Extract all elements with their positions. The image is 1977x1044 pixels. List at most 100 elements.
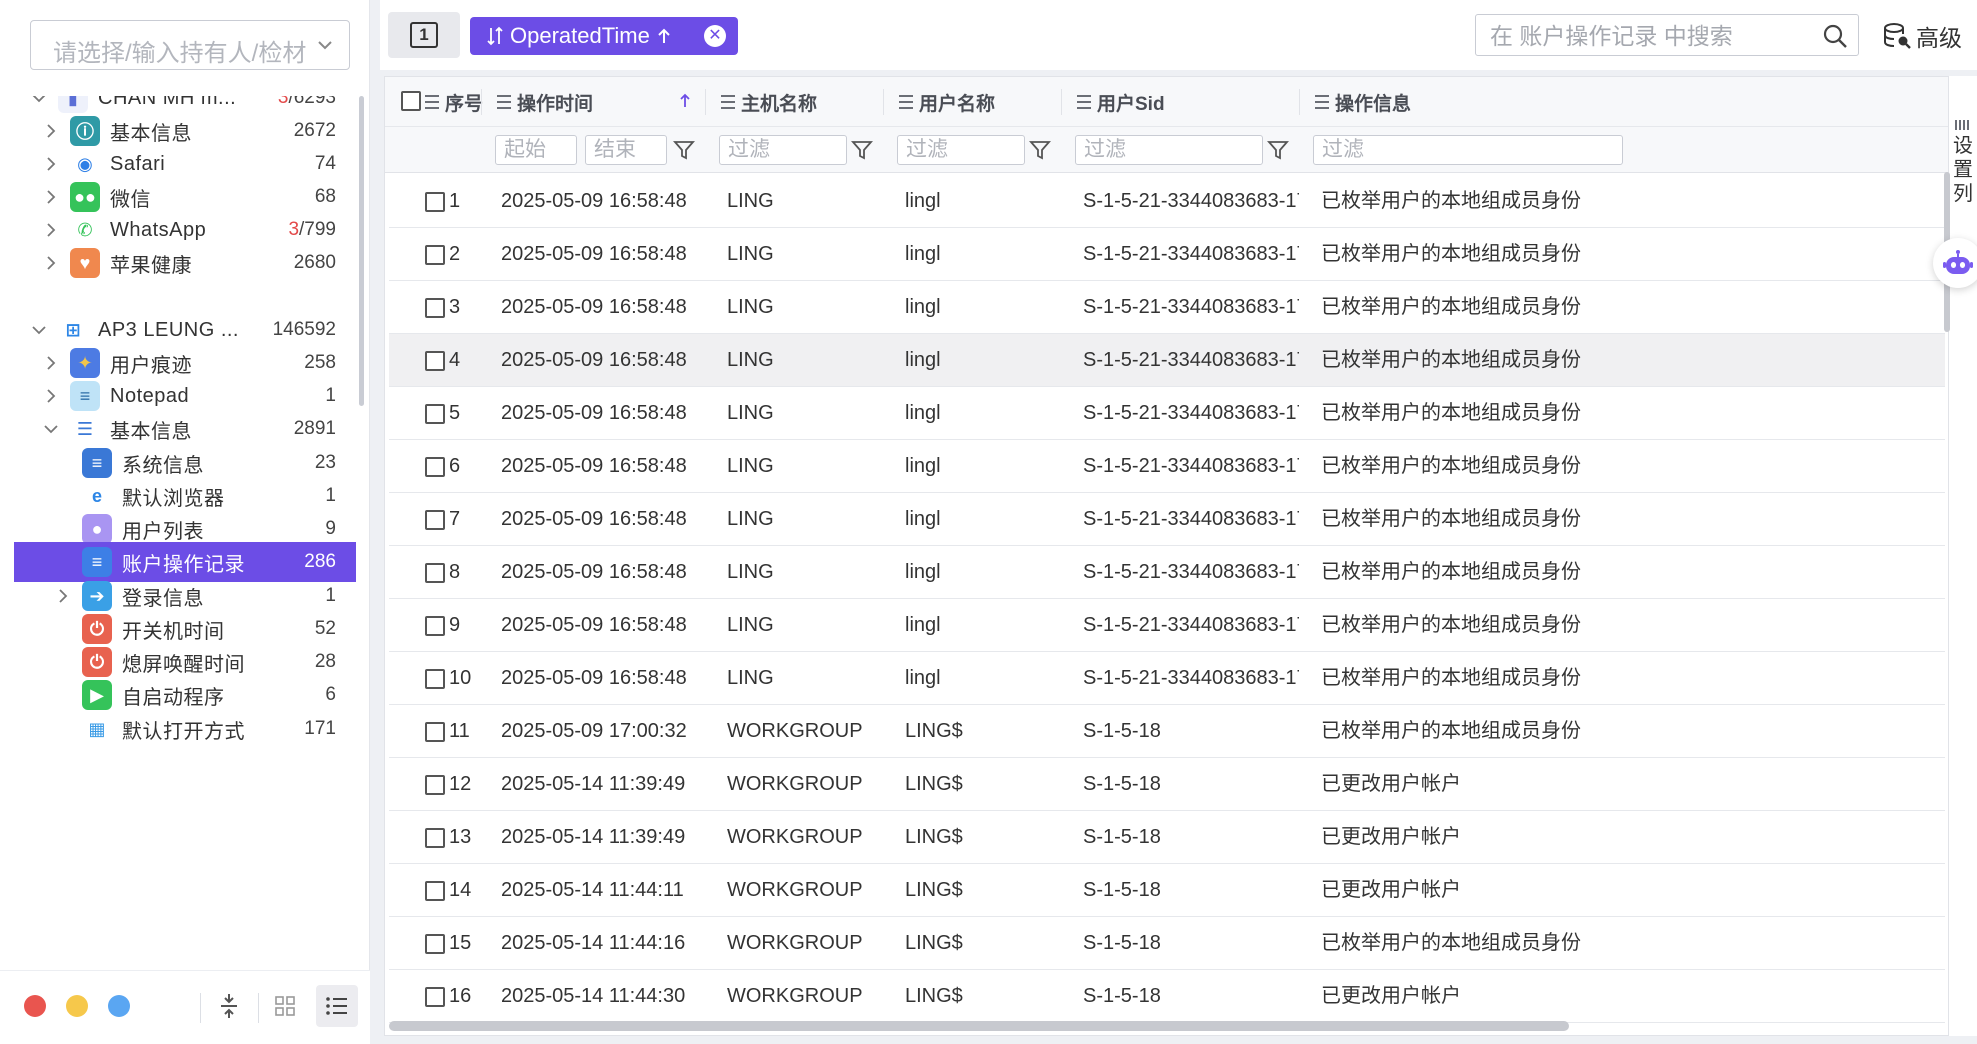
row-checkbox[interactable] xyxy=(425,298,445,318)
tree-item-label: Safari xyxy=(110,152,166,175)
time-end-filter[interactable] xyxy=(585,135,667,165)
table-row[interactable]: 10 2025-05-09 16:58:48 LING lingl S-1-5-21-3… xyxy=(389,652,1945,705)
chevron-right-icon[interactable] xyxy=(40,252,62,274)
cell-user: lingl xyxy=(905,614,941,636)
chevron-right-icon[interactable] xyxy=(40,219,62,241)
row-checkbox[interactable] xyxy=(425,404,445,424)
table-row[interactable]: 2 2025-05-09 16:58:48 LING lingl S-1-5-21-33… xyxy=(389,228,1945,281)
filter-icon[interactable] xyxy=(851,139,873,161)
sort-asc-icon[interactable] xyxy=(678,93,692,109)
row-checkbox[interactable] xyxy=(425,457,445,477)
red-dot-icon[interactable] xyxy=(24,995,46,1017)
chevron-right-icon[interactable] xyxy=(40,120,62,142)
column-header-time[interactable]: 操作时间 xyxy=(497,77,593,127)
table-row[interactable]: 4 2025-05-09 16:58:48 LING lingl S-1-5-21-33… xyxy=(389,334,1945,387)
column-settings-panel[interactable]: 设置列 xyxy=(1948,76,1977,1036)
column-divider[interactable] xyxy=(705,89,706,115)
row-checkbox[interactable] xyxy=(425,828,445,848)
yellow-dot-icon[interactable] xyxy=(66,995,88,1017)
grid-view-button[interactable] xyxy=(264,985,306,1027)
row-checkbox[interactable] xyxy=(425,722,445,742)
table-row[interactable]: 7 2025-05-09 16:58:48 LING lingl S-1-5-21-33… xyxy=(389,493,1945,546)
cell-user: lingl xyxy=(905,296,941,318)
table-row[interactable]: 9 2025-05-09 16:58:48 LING lingl S-1-5-21-33… xyxy=(389,599,1945,652)
sidebar-scrollbar[interactable] xyxy=(359,96,364,406)
column-header-user[interactable]: 用户名称 xyxy=(899,77,995,127)
column-divider[interactable] xyxy=(883,89,884,115)
assistant-bot-button[interactable] xyxy=(1933,238,1977,288)
collapse-all-button[interactable] xyxy=(208,985,250,1027)
table-row[interactable]: 5 2025-05-09 16:58:48 LING lingl S-1-5-21-33… xyxy=(389,387,1945,440)
filter-icon[interactable] xyxy=(673,139,695,161)
table-row[interactable]: 8 2025-05-09 16:58:48 LING lingl S-1-5-21-33… xyxy=(389,546,1945,599)
tree-item[interactable]: ♥ 苹果健康 2680 xyxy=(14,243,356,283)
column-menu-icon[interactable] xyxy=(497,95,511,109)
search-box[interactable] xyxy=(1475,14,1859,56)
row-checkbox[interactable] xyxy=(425,192,445,212)
table-row[interactable]: 11 2025-05-09 17:00:32 WORKGROUP LING$ S-1-5… xyxy=(389,705,1945,758)
table-row[interactable]: 13 2025-05-14 11:39:49 WORKGROUP LING$ S-1-5… xyxy=(389,811,1945,864)
row-checkbox[interactable] xyxy=(425,245,445,265)
chevron-down-icon[interactable] xyxy=(40,418,62,440)
column-menu-icon[interactable] xyxy=(1315,95,1329,109)
column-divider[interactable] xyxy=(1299,89,1300,115)
row-checkbox[interactable] xyxy=(425,616,445,636)
filter-icon[interactable] xyxy=(1267,139,1289,161)
time-start-filter[interactable] xyxy=(495,135,577,165)
sort-chip[interactable]: OperatedTime ✕ xyxy=(470,17,738,55)
filter-icon[interactable] xyxy=(1029,139,1051,161)
column-header-info[interactable]: 操作信息 xyxy=(1315,77,1411,127)
chevron-right-icon[interactable] xyxy=(40,153,62,175)
host-filter[interactable] xyxy=(719,135,847,165)
tree-item[interactable]: ▦ 默认打开方式 171 xyxy=(14,709,356,749)
search-icon[interactable] xyxy=(1822,23,1848,49)
row-checkbox[interactable] xyxy=(425,881,445,901)
chevron-right-icon[interactable] xyxy=(40,352,62,374)
cell-user: lingl xyxy=(905,190,941,212)
chevron-down-icon[interactable] xyxy=(28,96,50,109)
table-row[interactable]: 16 2025-05-14 11:44:30 WORKGROUP LING$ S-1-5… xyxy=(389,970,1945,1023)
row-checkbox[interactable] xyxy=(425,351,445,371)
advanced-search-button[interactable]: 高级 xyxy=(1882,16,1962,56)
column-menu-icon[interactable] xyxy=(721,95,735,109)
chevron-right-icon[interactable] xyxy=(40,385,62,407)
row-checkbox[interactable] xyxy=(425,563,445,583)
tree-item-label: 账户操作记录 xyxy=(122,553,245,576)
column-menu-icon[interactable] xyxy=(425,95,439,109)
chevron-right-icon[interactable] xyxy=(40,186,62,208)
single-pane-button[interactable]: 1 xyxy=(388,12,460,58)
table-row[interactable]: 15 2025-05-14 11:44:16 WORKGROUP LING$ S-1-5… xyxy=(389,917,1945,970)
row-checkbox[interactable] xyxy=(425,669,445,689)
table-row[interactable]: 14 2025-05-14 11:44:11 WORKGROUP LING$ S-1-5… xyxy=(389,864,1945,917)
close-icon[interactable]: ✕ xyxy=(704,25,726,47)
select-all-checkbox[interactable] xyxy=(401,91,421,111)
row-checkbox[interactable] xyxy=(425,775,445,795)
row-checkbox[interactable] xyxy=(425,510,445,530)
column-header-no[interactable]: 序号 xyxy=(425,77,483,127)
sid-filter[interactable] xyxy=(1075,135,1263,165)
holder-select[interactable]: 请选择/输入持有人/检材 xyxy=(30,20,350,70)
chevron-right-icon[interactable] xyxy=(52,585,74,607)
table-row[interactable]: 3 2025-05-09 16:58:48 LING lingl S-1-5-21-33… xyxy=(389,281,1945,334)
column-divider[interactable] xyxy=(481,89,482,115)
cell-sid: S-1-5-21-3344083683-175... xyxy=(1083,455,1299,477)
horizontal-scrollbar[interactable] xyxy=(389,1021,1569,1031)
info-filter[interactable] xyxy=(1313,135,1623,165)
list-view-button[interactable] xyxy=(316,985,358,1027)
cell-sid: S-1-5-21-3344083683-175... xyxy=(1083,243,1299,265)
row-checkbox[interactable] xyxy=(425,934,445,954)
user-filter[interactable] xyxy=(897,135,1025,165)
basic-info-icon: ⓘ xyxy=(70,116,100,146)
table-row[interactable]: 1 2025-05-09 16:58:48 LING lingl S-1-5-21-33… xyxy=(389,175,1945,228)
column-header-host[interactable]: 主机名称 xyxy=(721,77,817,127)
column-menu-icon[interactable] xyxy=(899,95,913,109)
row-checkbox[interactable] xyxy=(425,987,445,1007)
column-header-sid[interactable]: 用户Sid xyxy=(1077,77,1165,127)
chevron-down-icon[interactable] xyxy=(28,319,50,341)
table-row[interactable]: 12 2025-05-14 11:39:49 WORKGROUP LING$ S-1-5… xyxy=(389,758,1945,811)
column-menu-icon[interactable] xyxy=(1077,95,1091,109)
table-row[interactable]: 6 2025-05-09 16:58:48 LING lingl S-1-5-21-33… xyxy=(389,440,1945,493)
search-input[interactable] xyxy=(1490,21,1800,51)
blue-dot-icon[interactable] xyxy=(108,995,130,1017)
column-divider[interactable] xyxy=(1061,89,1062,115)
